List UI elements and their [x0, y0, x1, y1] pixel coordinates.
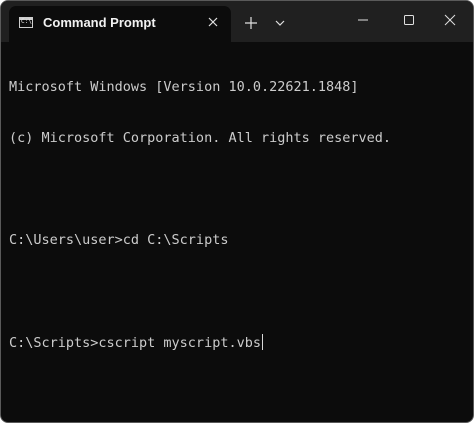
terminal-line: Microsoft Windows [Version 10.0.22621.18… — [9, 79, 359, 95]
minimize-button[interactable] — [340, 1, 386, 39]
terminal-line: C:\Users\user>cd C:\Scripts — [9, 232, 229, 248]
plus-icon — [245, 17, 257, 29]
close-icon — [444, 14, 456, 26]
tab-command-prompt[interactable]: C:\ Command Prompt — [9, 6, 231, 42]
terminal-command: C:\Scripts>cscript myscript.vbs — [9, 335, 261, 351]
close-icon — [208, 17, 218, 27]
maximize-button[interactable] — [386, 1, 432, 39]
terminal-window: C:\ Command Prompt Microsoft Windows [Ve… — [0, 0, 474, 423]
tab-dropdown-button[interactable] — [271, 13, 289, 33]
new-tab-button[interactable] — [241, 13, 261, 33]
title-bar[interactable]: C:\ Command Prompt — [1, 1, 473, 42]
text-cursor — [261, 334, 263, 350]
chevron-down-icon — [275, 20, 285, 26]
console-icon: C:\ — [19, 17, 33, 28]
tab-title: Command Prompt — [43, 15, 156, 30]
terminal-line: (c) Microsoft Corporation. All rights re… — [9, 130, 392, 146]
terminal-output[interactable]: Microsoft Windows [Version 10.0.22621.18… — [9, 45, 464, 385]
maximize-icon — [404, 15, 414, 25]
console-icon-glyph: C:\ — [21, 18, 32, 25]
terminal-prompt-line[interactable]: C:\Scripts>cscript myscript.vbs — [9, 334, 464, 351]
close-window-button[interactable] — [427, 1, 473, 39]
close-tab-button[interactable] — [203, 12, 223, 32]
minimize-icon — [358, 19, 368, 21]
